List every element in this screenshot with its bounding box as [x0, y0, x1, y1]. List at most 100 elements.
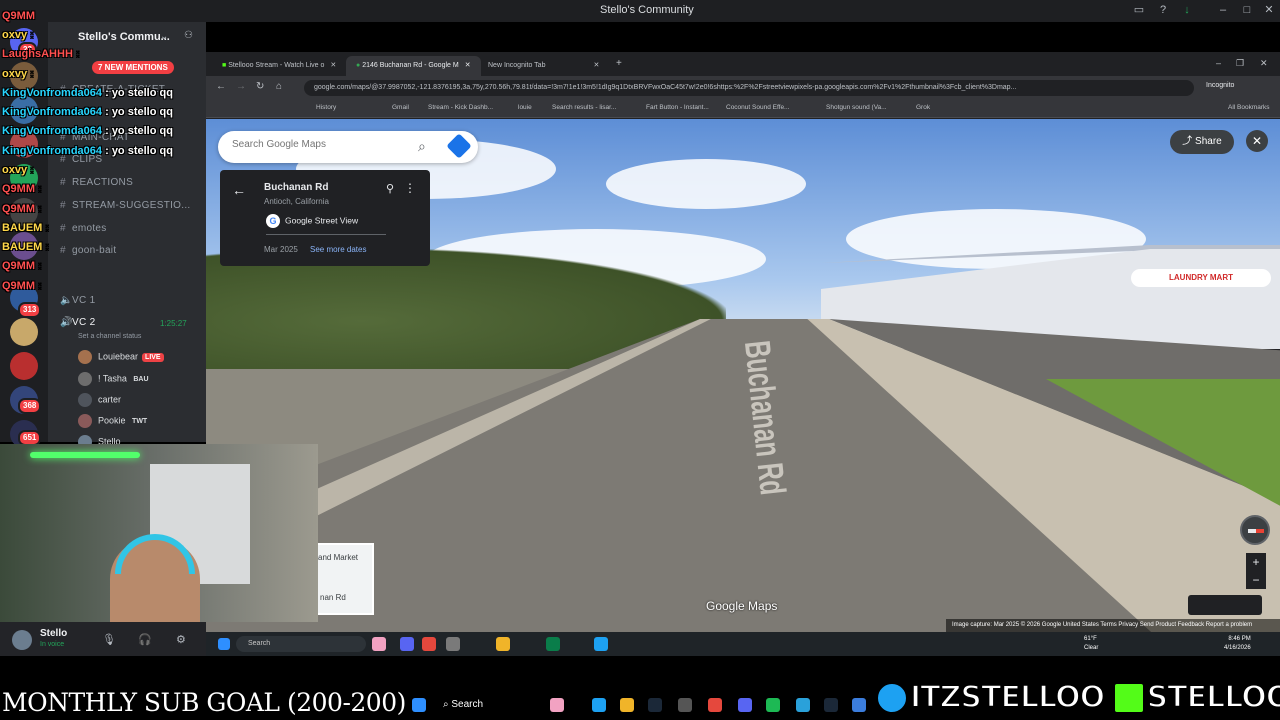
new-tab-icon[interactable]: + [616, 58, 622, 69]
chrome-icon[interactable] [422, 637, 436, 651]
gear-icon[interactable]: ⚙ [176, 633, 186, 646]
tab-google-maps[interactable]: ● 2146 Buchanan Rd - Google M ✕ [346, 56, 481, 76]
channel-stream-suggestions[interactable]: # STREAM-SUGGESTIO... [60, 200, 191, 211]
minimize-icon[interactable]: – [1216, 3, 1230, 17]
location-pin-icon[interactable]: ⚲ [386, 182, 394, 195]
voice-channel-vc2[interactable]: 🔊VC 2 [60, 317, 95, 328]
bookmark[interactable]: Search results - lisar... [552, 104, 616, 111]
maps-footer[interactable]: Image capture: Mar 2025 © 2026 Google Un… [946, 619, 1280, 632]
telegram-icon[interactable] [796, 698, 810, 712]
minimap[interactable]: and Market nan Rd [316, 543, 374, 615]
taskbar-search[interactable]: ⌕ Search [435, 695, 535, 715]
avatar[interactable] [12, 630, 32, 650]
maps-search-box[interactable]: ⌕ [218, 131, 478, 163]
bookmark[interactable]: Grok [916, 104, 930, 111]
street-view-panorama[interactable]: LAUNDRY MART Buchanan Rd ⌕ ← Buchanan Rd… [206, 119, 1280, 632]
file-explorer-icon[interactable] [620, 698, 634, 712]
edge-icon[interactable] [592, 698, 606, 712]
new-mentions-badge[interactable]: 7 NEW MENTIONS [92, 61, 174, 74]
app-icon[interactable] [678, 698, 692, 712]
bookmark[interactable]: Stream - Kick Dashb... [428, 104, 493, 111]
app-icon[interactable] [372, 637, 386, 651]
hash-icon: # [60, 200, 66, 211]
voice-channel-vc1[interactable]: 🔈VC 1 [60, 295, 95, 306]
maximize-icon[interactable]: □ [1240, 3, 1254, 17]
bookmark[interactable]: Shotgun sound (Va... [826, 104, 887, 111]
tab-incognito[interactable]: New Incognito Tab ✕ [478, 56, 609, 76]
server-icon[interactable] [10, 318, 38, 346]
taskbar-search[interactable]: Search [236, 636, 366, 652]
voice-user[interactable]: ! Tasha BAU [78, 372, 149, 386]
windows-start-icon[interactable] [218, 638, 230, 650]
channel-emotes[interactable]: # emotes [60, 223, 107, 234]
see-more-dates-link[interactable]: See more dates [310, 245, 366, 254]
app-icon[interactable] [852, 698, 866, 712]
more-options-icon[interactable]: ⋮ [404, 181, 416, 195]
bookmark[interactable]: Gmail [392, 104, 409, 111]
bookmark[interactable]: Coconut Sound Effe... [726, 104, 789, 111]
layers-button[interactable] [1188, 595, 1262, 615]
zoom-in-button[interactable]: + [1246, 553, 1266, 571]
add-member-icon[interactable]: ⚇ [184, 30, 193, 41]
spotify-icon[interactable] [766, 698, 780, 712]
chat-user: Q9MM [2, 183, 35, 195]
close-window-icon[interactable]: ✕ [1262, 3, 1276, 17]
close-tab-icon[interactable]: ✕ [330, 62, 336, 69]
bookmark[interactable]: Fart Button - Instant... [646, 104, 709, 111]
discord-icon[interactable] [738, 698, 752, 712]
directions-icon[interactable] [446, 133, 472, 159]
inbox-icon[interactable]: ▭ [1132, 3, 1146, 17]
download-icon[interactable]: ↓ [1180, 3, 1194, 17]
settings-icon[interactable] [446, 637, 460, 651]
zoom-out-button[interactable]: − [1246, 571, 1266, 589]
vc-status[interactable]: Set a channel status [78, 333, 141, 340]
edge-icon[interactable] [594, 637, 608, 651]
weather-widget[interactable]: 61°F Clear [1084, 635, 1098, 653]
voice-user[interactable]: Pookie TWT [78, 414, 147, 428]
help-icon[interactable]: ? [1156, 3, 1170, 17]
tab-stream[interactable]: ■ Stellooo Stream - Watch Live o ✕ [212, 56, 346, 76]
file-explorer-icon[interactable] [496, 637, 510, 651]
voice-user[interactable]: carter [78, 393, 121, 407]
restore-icon[interactable]: ❐ [1236, 58, 1244, 69]
search-icon[interactable]: ⌕ [418, 138, 426, 155]
user-tag: BAU [133, 376, 149, 384]
server-name[interactable]: Stello's Commu... [78, 31, 170, 43]
reload-icon[interactable]: ↻ [256, 81, 264, 92]
incognito-indicator[interactable]: Incognito [1206, 82, 1234, 89]
server-icon[interactable] [10, 352, 38, 380]
chat-user: KingVonfromda064 [2, 106, 103, 118]
minimize-icon[interactable]: – [1216, 58, 1221, 68]
chevron-down-icon[interactable]: ⌄ [160, 31, 168, 42]
steam-icon[interactable] [824, 698, 838, 712]
url-field[interactable]: google.com/maps/@37.9987052,-121.8376195… [304, 80, 1194, 96]
bookmark[interactable]: louie [518, 104, 532, 111]
back-arrow-icon[interactable]: ← [232, 182, 246, 198]
channel-reactions[interactable]: # REACTIONS [60, 177, 133, 188]
back-icon[interactable]: ← [216, 81, 226, 92]
close-window-icon[interactable]: ✕ [1260, 58, 1268, 69]
clock[interactable]: 8:46 PM 4/16/2026 [1224, 635, 1251, 653]
steam-icon[interactable] [648, 698, 662, 712]
voice-user[interactable]: Louiebear LIVE [78, 350, 164, 364]
forward-icon[interactable]: → [236, 81, 246, 92]
user-name[interactable]: Stello [40, 628, 67, 639]
bookmark[interactable]: History [316, 104, 336, 111]
chat-line: Q9MM [2, 10, 35, 22]
search-input[interactable] [232, 139, 412, 150]
share-button[interactable]: ⤴ Share [1170, 130, 1234, 154]
app-icon[interactable] [550, 698, 564, 712]
close-street-view-button[interactable]: ✕ [1246, 130, 1268, 152]
chrome-icon[interactable] [708, 698, 722, 712]
app-icon[interactable] [546, 637, 560, 651]
close-tab-icon[interactable]: ✕ [593, 62, 599, 69]
channel-goon-bait[interactable]: # goon-bait [60, 245, 116, 256]
microphone-icon[interactable]: 🎙 [102, 633, 116, 646]
close-tab-icon[interactable]: ✕ [465, 62, 471, 69]
home-icon[interactable]: ⌂ [276, 81, 282, 92]
all-bookmarks[interactable]: All Bookmarks [1228, 104, 1270, 111]
headphones-icon[interactable]: 🎧 [138, 633, 152, 646]
compass-icon[interactable] [1240, 515, 1270, 545]
discord-icon[interactable] [400, 637, 414, 651]
windows-start-icon[interactable] [412, 698, 426, 712]
